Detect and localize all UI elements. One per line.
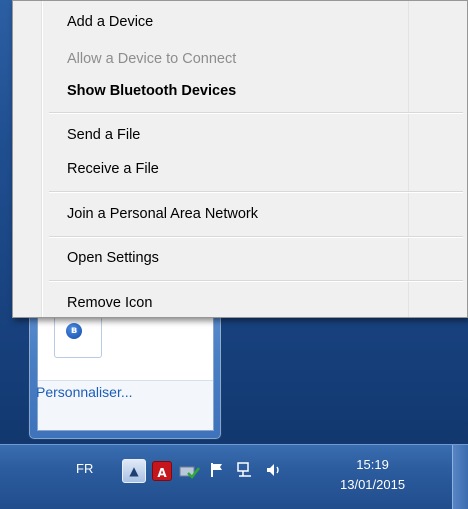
network-icon[interactable] — [234, 459, 256, 481]
language-indicator[interactable]: FR — [76, 461, 93, 476]
desktop: ʙ Personnaliser... Add a Device Allow a … — [0, 0, 468, 444]
menu-separator — [49, 112, 463, 114]
menu-separator — [49, 236, 463, 238]
menu-item-receive-file[interactable]: Receive a File — [67, 161, 159, 177]
menu-item-send-file[interactable]: Send a File — [67, 127, 140, 143]
clock-time: 15:19 — [356, 457, 389, 472]
menu-item-allow-device-connect: Allow a Device to Connect — [67, 51, 237, 67]
action-center-flag-icon[interactable] — [206, 459, 228, 481]
bluetooth-icon[interactable]: ʙ — [66, 323, 82, 339]
show-desktop-button[interactable] — [452, 445, 468, 509]
menu-item-add-device[interactable]: Add a Device — [67, 14, 153, 30]
show-hidden-icons-button[interactable]: ▲ — [122, 459, 146, 483]
menu-item-show-bluetooth-devices[interactable]: Show Bluetooth Devices — [67, 83, 236, 99]
volume-icon[interactable] — [262, 459, 284, 481]
menu-item-join-pan[interactable]: Join a Personal Area Network — [67, 206, 258, 222]
chevron-up-icon: ▲ — [129, 464, 139, 478]
customize-link[interactable]: Personnaliser... — [36, 384, 133, 400]
windows-update-icon[interactable] — [178, 459, 200, 481]
menu-separator — [49, 280, 463, 282]
taskbar: FR ▲ A 15:19 13/01/2015 — [0, 444, 468, 509]
clock[interactable]: 15:19 13/01/2015 — [340, 455, 405, 495]
menu-gutter — [41, 1, 43, 317]
clock-date: 13/01/2015 — [340, 477, 406, 492]
adobe-icon[interactable]: A — [152, 461, 172, 481]
menu-separator — [49, 191, 463, 193]
menu-gutter-right — [408, 1, 409, 317]
menu-item-remove-icon[interactable]: Remove Icon — [67, 295, 152, 311]
menu-item-open-settings[interactable]: Open Settings — [67, 250, 159, 266]
bluetooth-context-menu: Add a Device Allow a Device to Connect S… — [12, 0, 468, 318]
